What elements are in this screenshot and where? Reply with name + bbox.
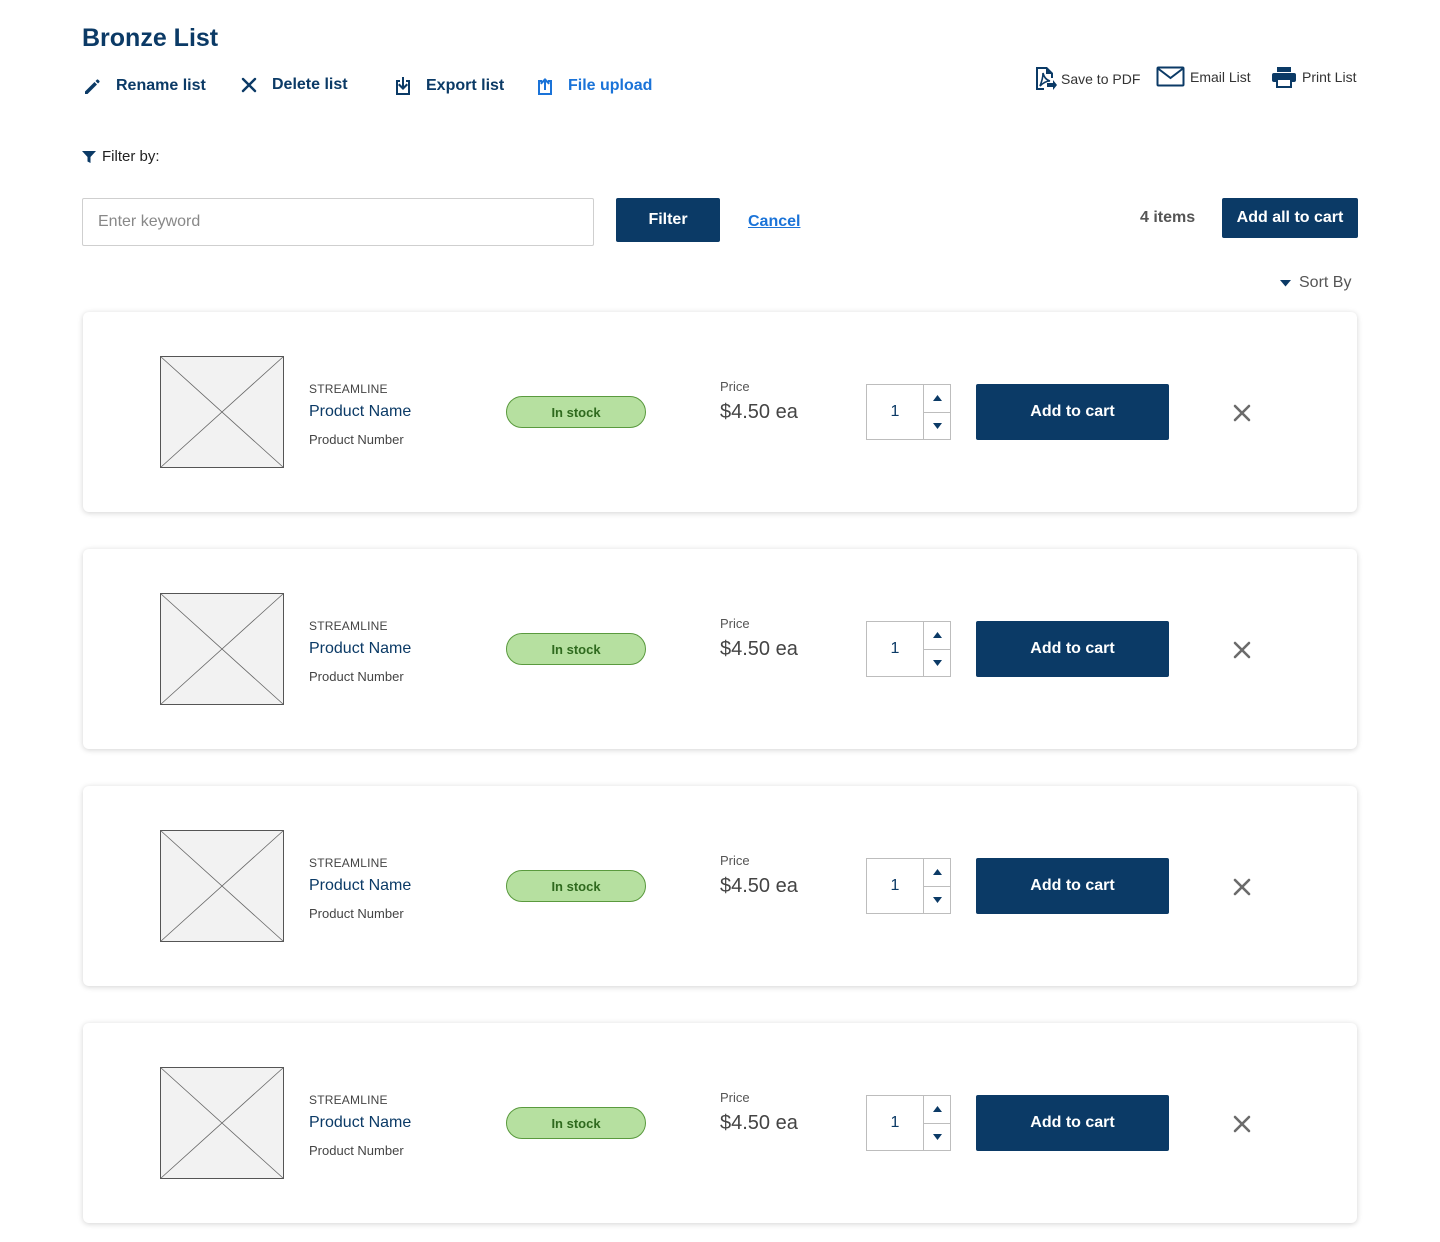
list-item: STREAMLINE Product Name Product Number I… xyxy=(83,1023,1357,1223)
price-value: $4.50 ea xyxy=(720,1112,798,1134)
close-icon[interactable] xyxy=(1231,402,1253,424)
rename-list-button[interactable]: Rename list xyxy=(82,76,206,96)
quantity-stepper xyxy=(866,858,951,914)
product-number: Product Number xyxy=(309,1143,404,1158)
stock-status-badge: In stock xyxy=(506,633,646,665)
price-value: $4.50 ea xyxy=(720,875,798,897)
add-to-cart-button[interactable]: Add to cart xyxy=(976,1095,1169,1151)
quantity-increase-button[interactable] xyxy=(924,859,950,887)
cancel-link[interactable]: Cancel xyxy=(748,213,800,231)
add-to-cart-button[interactable]: Add to cart xyxy=(976,858,1169,914)
stock-status-badge: In stock xyxy=(506,870,646,902)
quantity-decrease-button[interactable] xyxy=(924,887,950,914)
caret-down-icon xyxy=(932,422,942,429)
add-to-cart-button[interactable]: Add to cart xyxy=(976,621,1169,677)
price-label: Price xyxy=(720,1090,750,1105)
quantity-input[interactable] xyxy=(867,622,924,676)
delete-list-label: Delete list xyxy=(272,76,348,93)
image-placeholder-icon xyxy=(160,830,284,942)
add-all-to-cart-button[interactable]: Add all to cart xyxy=(1222,198,1358,238)
quantity-increase-button[interactable] xyxy=(924,1096,950,1124)
quantity-stepper xyxy=(866,621,951,677)
caret-up-icon xyxy=(932,1106,942,1113)
quantity-input[interactable] xyxy=(867,385,924,439)
quantity-decrease-button[interactable] xyxy=(924,1124,950,1151)
caret-down-icon xyxy=(932,659,942,666)
caret-down-icon xyxy=(932,1133,942,1140)
email-list-label: Email List xyxy=(1190,69,1251,85)
sort-by-dropdown[interactable]: Sort By xyxy=(1280,274,1351,292)
save-to-pdf-label: Save to PDF xyxy=(1061,71,1141,87)
stock-status-badge: In stock xyxy=(506,396,646,428)
product-number: Product Number xyxy=(309,906,404,921)
funnel-icon xyxy=(82,150,96,163)
page-title: Bronze List xyxy=(82,24,219,52)
export-list-label: Export list xyxy=(426,77,505,94)
close-icon[interactable] xyxy=(1231,639,1253,661)
caret-up-icon xyxy=(932,869,942,876)
file-upload-label: File upload xyxy=(568,77,653,94)
email-list-button[interactable]: Email List xyxy=(1156,66,1251,88)
filter-by-text: Filter by: xyxy=(102,148,160,165)
rename-list-label: Rename list xyxy=(116,77,206,94)
product-name-link[interactable]: Product Name xyxy=(309,877,411,895)
product-brand: STREAMLINE xyxy=(309,1093,388,1107)
print-list-label: Print List xyxy=(1302,69,1357,85)
price-label: Price xyxy=(720,379,750,394)
product-brand: STREAMLINE xyxy=(309,856,388,870)
caret-up-icon xyxy=(932,632,942,639)
caret-down-icon xyxy=(932,896,942,903)
download-icon xyxy=(396,77,410,95)
pencil-icon xyxy=(85,79,100,94)
list-item: STREAMLINE Product Name Product Number I… xyxy=(83,549,1357,749)
price-label: Price xyxy=(720,616,750,631)
close-icon[interactable] xyxy=(1231,876,1253,898)
product-name-link[interactable]: Product Name xyxy=(309,640,411,658)
caret-up-icon xyxy=(932,395,942,402)
file-upload-button[interactable]: File upload xyxy=(536,76,652,96)
quantity-input[interactable] xyxy=(867,1096,924,1150)
print-list-button[interactable]: Print List xyxy=(1270,66,1356,88)
printer-icon xyxy=(1272,67,1296,88)
quantity-increase-button[interactable] xyxy=(924,622,950,650)
quantity-increase-button[interactable] xyxy=(924,385,950,413)
image-placeholder-icon xyxy=(160,593,284,705)
image-placeholder-icon xyxy=(160,1067,284,1179)
stock-status-badge: In stock xyxy=(506,1107,646,1139)
quantity-decrease-button[interactable] xyxy=(924,650,950,677)
filter-button[interactable]: Filter xyxy=(616,198,720,242)
list-item: STREAMLINE Product Name Product Number I… xyxy=(83,786,1357,986)
price-label: Price xyxy=(720,853,750,868)
quantity-input[interactable] xyxy=(867,859,924,913)
delete-list-button[interactable]: Delete list xyxy=(240,76,348,94)
add-to-cart-button[interactable]: Add to cart xyxy=(976,384,1169,440)
image-placeholder-icon xyxy=(160,356,284,468)
quantity-stepper xyxy=(866,1095,951,1151)
caret-down-icon xyxy=(1280,279,1291,286)
product-number: Product Number xyxy=(309,432,404,447)
product-brand: STREAMLINE xyxy=(309,382,388,396)
close-icon[interactable] xyxy=(1231,1113,1253,1135)
keyword-input[interactable] xyxy=(82,198,594,246)
export-list-button[interactable]: Export list xyxy=(394,76,504,96)
product-name-link[interactable]: Product Name xyxy=(309,403,411,421)
list-item: STREAMLINE Product Name Product Number I… xyxy=(83,312,1357,512)
item-count: 4 items xyxy=(1140,209,1196,226)
pdf-icon xyxy=(1036,67,1057,90)
price-value: $4.50 ea xyxy=(720,638,798,660)
quantity-stepper xyxy=(866,384,951,440)
price-value: $4.50 ea xyxy=(720,401,798,423)
product-name-link[interactable]: Product Name xyxy=(309,1114,411,1132)
sort-by-label: Sort By xyxy=(1299,274,1352,291)
close-icon xyxy=(241,77,257,93)
save-to-pdf-button[interactable]: Save to PDF xyxy=(1033,66,1140,92)
upload-icon xyxy=(538,78,552,95)
product-brand: STREAMLINE xyxy=(309,619,388,633)
product-number: Product Number xyxy=(309,669,404,684)
envelope-icon xyxy=(1156,66,1185,87)
filter-by-label: Filter by: xyxy=(82,148,160,165)
quantity-decrease-button[interactable] xyxy=(924,413,950,440)
